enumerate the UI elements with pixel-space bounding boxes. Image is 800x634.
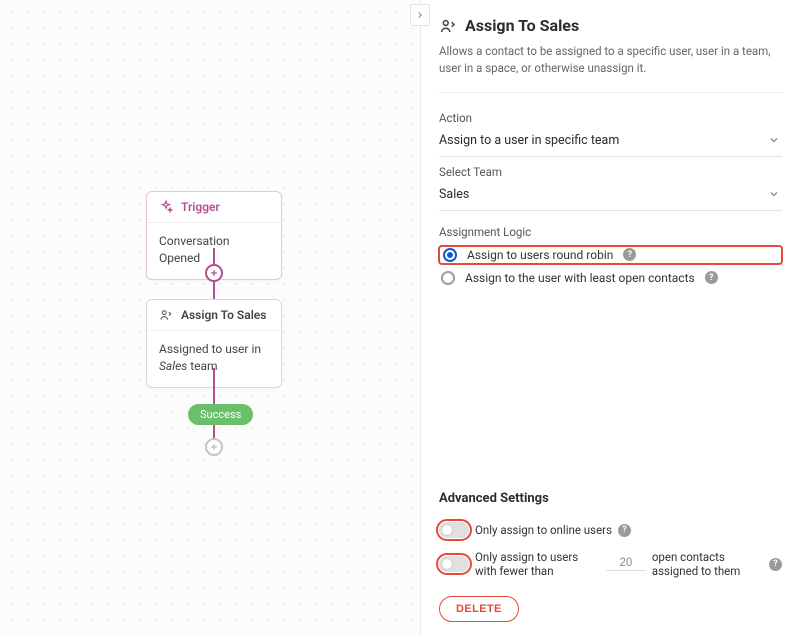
toggle-switch[interactable] [439,556,469,572]
team-label: Select Team [439,165,782,179]
delete-button[interactable]: DELETE [439,596,519,622]
toggle-label-suffix: open contacts assigned to them [652,550,763,578]
help-icon[interactable]: ? [618,524,631,537]
collapse-panel-button[interactable] [410,4,430,26]
toggle-label-prefix: Only assign to users with fewer than [475,550,600,578]
toggle-only-online: Only assign to online users ? [439,522,782,538]
radio-input[interactable] [441,271,455,285]
team-select[interactable]: Sales [439,185,782,211]
trigger-title: Trigger [181,200,220,214]
divider [439,92,782,93]
toggle-label: Only assign to online users [475,523,612,537]
toggle-switch[interactable] [439,522,469,538]
chevron-right-icon [415,10,425,20]
help-icon[interactable]: ? [623,248,636,261]
advanced-settings-title: Advanced Settings [439,491,782,506]
panel-description: Allows a contact to be assigned to a spe… [439,43,782,78]
radio-input[interactable] [443,248,457,262]
help-icon[interactable]: ? [705,271,718,284]
team-value: Sales [439,187,469,202]
radio-label: Assign to users round robin [467,248,613,262]
help-icon[interactable]: ? [769,558,782,571]
workflow-canvas[interactable]: Trigger Conversation Opened Assign To Sa… [0,0,420,634]
assign-node-title: Assign To Sales [181,308,266,322]
chevron-down-icon [768,188,780,200]
radio-least-open[interactable]: Assign to the user with least open conta… [439,267,782,289]
action-select[interactable]: Assign to a user in specific team [439,131,782,157]
assign-user-icon [159,308,173,322]
assignment-logic-label: Assignment Logic [439,225,782,239]
radio-label: Assign to the user with least open conta… [465,271,695,285]
chevron-down-icon [768,134,780,146]
contacts-threshold-input[interactable] [606,557,646,571]
action-label: Action [439,111,782,125]
panel-title: Assign To Sales [439,16,782,35]
action-value: Assign to a user in specific team [439,133,619,148]
sparkle-icon [159,200,173,214]
toggle-fewer-contacts: Only assign to users with fewer than ope… [439,550,782,578]
add-step-button[interactable] [205,438,223,456]
assign-user-icon [439,17,457,35]
radio-round-robin[interactable]: Assign to users round robin ? [439,246,782,264]
add-step-button[interactable] [205,264,223,282]
connector-line [213,368,215,404]
settings-panel: Assign To Sales Allows a contact to be a… [420,0,800,634]
success-badge: Success [188,404,253,425]
